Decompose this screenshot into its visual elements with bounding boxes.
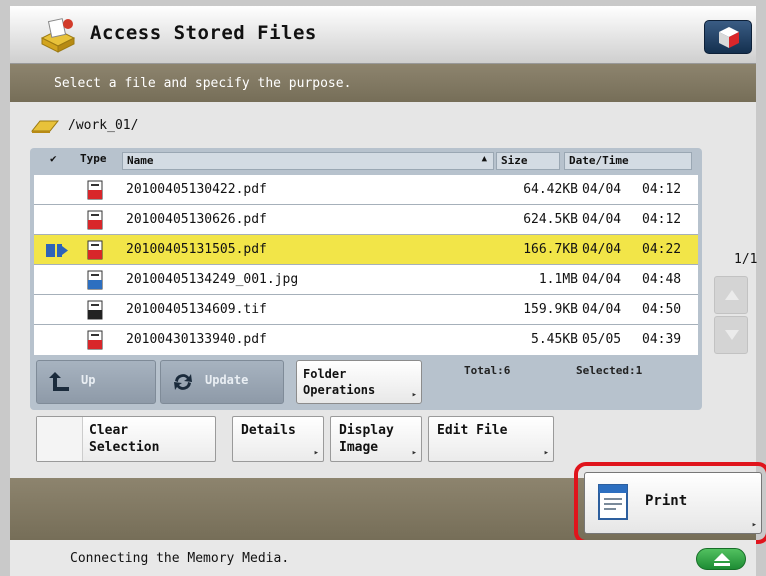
file-date: 04/04 bbox=[582, 182, 622, 197]
display-image-label: Display Image bbox=[339, 423, 394, 455]
clear-selection-swatch bbox=[37, 417, 83, 461]
edit-file-label: Edit File bbox=[437, 423, 508, 438]
pdf-file-icon bbox=[87, 210, 103, 230]
file-size: 64.42KB bbox=[523, 182, 578, 197]
arrow-down-icon bbox=[725, 330, 739, 340]
scroll-down-button[interactable] bbox=[714, 316, 748, 354]
file-time: 04:50 bbox=[642, 302, 682, 317]
file-time: 04:39 bbox=[642, 332, 682, 347]
jpg-file-icon bbox=[87, 270, 103, 290]
file-time: 04:48 bbox=[642, 272, 682, 287]
file-time: 04:12 bbox=[642, 212, 682, 227]
chevron-right-icon: ▸ bbox=[411, 448, 417, 458]
file-row-selected[interactable]: 20100405131505.pdf 166.7KB 04/04 04:22 bbox=[34, 235, 698, 265]
file-name: 20100405134609.tif bbox=[126, 302, 267, 317]
file-time: 04:22 bbox=[642, 242, 682, 257]
page-title: Access Stored Files bbox=[90, 22, 317, 44]
update-button[interactable]: Update bbox=[160, 360, 284, 404]
file-name: 20100405134249_001.jpg bbox=[126, 272, 299, 287]
current-path: /work_01/ bbox=[68, 118, 139, 133]
screen: Access Stored Files Select a file and sp… bbox=[0, 0, 766, 576]
file-size: 624.5KB bbox=[523, 212, 578, 227]
details-label: Details bbox=[241, 423, 296, 438]
eject-media-button[interactable] bbox=[696, 548, 746, 570]
select-column-check-icon[interactable]: ✔ bbox=[50, 152, 57, 170]
display-image-button[interactable]: Display Image ▸ bbox=[330, 416, 422, 462]
instruction-text: Select a file and specify the purpose. bbox=[54, 76, 352, 91]
chevron-right-icon: ▸ bbox=[411, 390, 417, 400]
up-button[interactable]: Up bbox=[36, 360, 156, 404]
pdf-file-icon bbox=[87, 330, 103, 350]
selected-marker-icon bbox=[46, 244, 68, 257]
file-row[interactable]: 20100405134609.tif 159.9KB 04/04 04:50 bbox=[34, 295, 698, 325]
file-date: 04/04 bbox=[582, 272, 622, 287]
file-size: 1.1MB bbox=[538, 272, 578, 287]
file-size: 166.7KB bbox=[523, 242, 578, 257]
edit-file-button[interactable]: Edit File ▸ bbox=[428, 416, 554, 462]
file-row[interactable]: 20100405130626.pdf 624.5KB 04/04 04:12 bbox=[34, 205, 698, 235]
file-list: 20100405130422.pdf 64.42KB 04/04 04:12 2… bbox=[34, 175, 698, 355]
clear-selection-button[interactable]: Clear Selection bbox=[36, 416, 216, 462]
file-date: 04/04 bbox=[582, 242, 622, 257]
scroll-up-button[interactable] bbox=[714, 276, 748, 314]
title-bar: Access Stored Files bbox=[10, 6, 756, 64]
selected-count: Selected:1 bbox=[576, 364, 643, 377]
folder-icon bbox=[30, 120, 60, 133]
file-size: 159.9KB bbox=[523, 302, 578, 317]
folder-operations-label: Folder Operations bbox=[303, 367, 376, 397]
file-size: 5.45KB bbox=[531, 332, 578, 347]
print-label: Print bbox=[645, 493, 688, 509]
file-date: 04/04 bbox=[582, 212, 622, 227]
file-name: 20100405131505.pdf bbox=[126, 242, 267, 257]
column-name-label: Name bbox=[127, 154, 154, 167]
folder-operations-button[interactable]: Folder Operations ▸ bbox=[296, 360, 422, 404]
column-date-time[interactable]: Date/Time bbox=[564, 152, 692, 170]
file-row[interactable]: 20100405134249_001.jpg 1.1MB 04/04 04:48 bbox=[34, 265, 698, 295]
pdf-file-icon bbox=[87, 240, 103, 260]
arrow-up-icon bbox=[725, 290, 739, 300]
column-type[interactable]: Type bbox=[80, 152, 107, 170]
tif-file-icon bbox=[87, 300, 103, 320]
up-label: Up bbox=[81, 373, 96, 387]
status-bar: Connecting the Memory Media. bbox=[10, 540, 756, 576]
file-time: 04:12 bbox=[642, 182, 682, 197]
clear-selection-label: Clear Selection bbox=[89, 423, 160, 455]
pdf-file-icon bbox=[87, 180, 103, 200]
file-row[interactable]: 20100430133940.pdf 5.45KB 05/05 04:39 bbox=[34, 325, 698, 355]
main-area: /work_01/ ✔ Type Name ▲ Size Date/Time 2… bbox=[10, 102, 758, 478]
refresh-icon bbox=[174, 374, 192, 390]
settings-icon bbox=[719, 27, 739, 48]
update-label: Update bbox=[205, 373, 249, 387]
instruction-bar: Select a file and specify the purpose. bbox=[10, 64, 756, 102]
page-indicator: 1/1 bbox=[734, 252, 758, 267]
file-row[interactable]: 20100405130422.pdf 64.42KB 04/04 04:12 bbox=[34, 175, 698, 205]
print-document-icon bbox=[598, 484, 628, 520]
file-list-panel: ✔ Type Name ▲ Size Date/Time 20100405130… bbox=[30, 148, 702, 410]
file-name: 20100405130422.pdf bbox=[126, 182, 267, 197]
chevron-right-icon: ▸ bbox=[313, 448, 319, 458]
settings-button[interactable] bbox=[704, 20, 752, 54]
file-name: 20100405130626.pdf bbox=[126, 212, 267, 227]
details-button[interactable]: Details ▸ bbox=[232, 416, 324, 462]
eject-icon bbox=[714, 553, 730, 566]
bottom-bar: Print ▸ bbox=[10, 462, 766, 544]
status-text: Connecting the Memory Media. bbox=[70, 551, 290, 566]
total-count: Total:6 bbox=[464, 364, 511, 377]
chevron-right-icon: ▸ bbox=[751, 520, 757, 530]
file-name: 20100430133940.pdf bbox=[126, 332, 267, 347]
stored-files-icon bbox=[40, 18, 76, 53]
column-name[interactable]: Name ▲ bbox=[122, 152, 494, 170]
column-size[interactable]: Size bbox=[496, 152, 560, 170]
chevron-right-icon: ▸ bbox=[543, 448, 549, 458]
file-date: 05/05 bbox=[582, 332, 622, 347]
file-date: 04/04 bbox=[582, 302, 622, 317]
up-arrow-icon bbox=[49, 372, 69, 391]
sort-ascending-icon: ▲ bbox=[481, 154, 487, 164]
print-button[interactable]: Print ▸ bbox=[584, 472, 762, 534]
